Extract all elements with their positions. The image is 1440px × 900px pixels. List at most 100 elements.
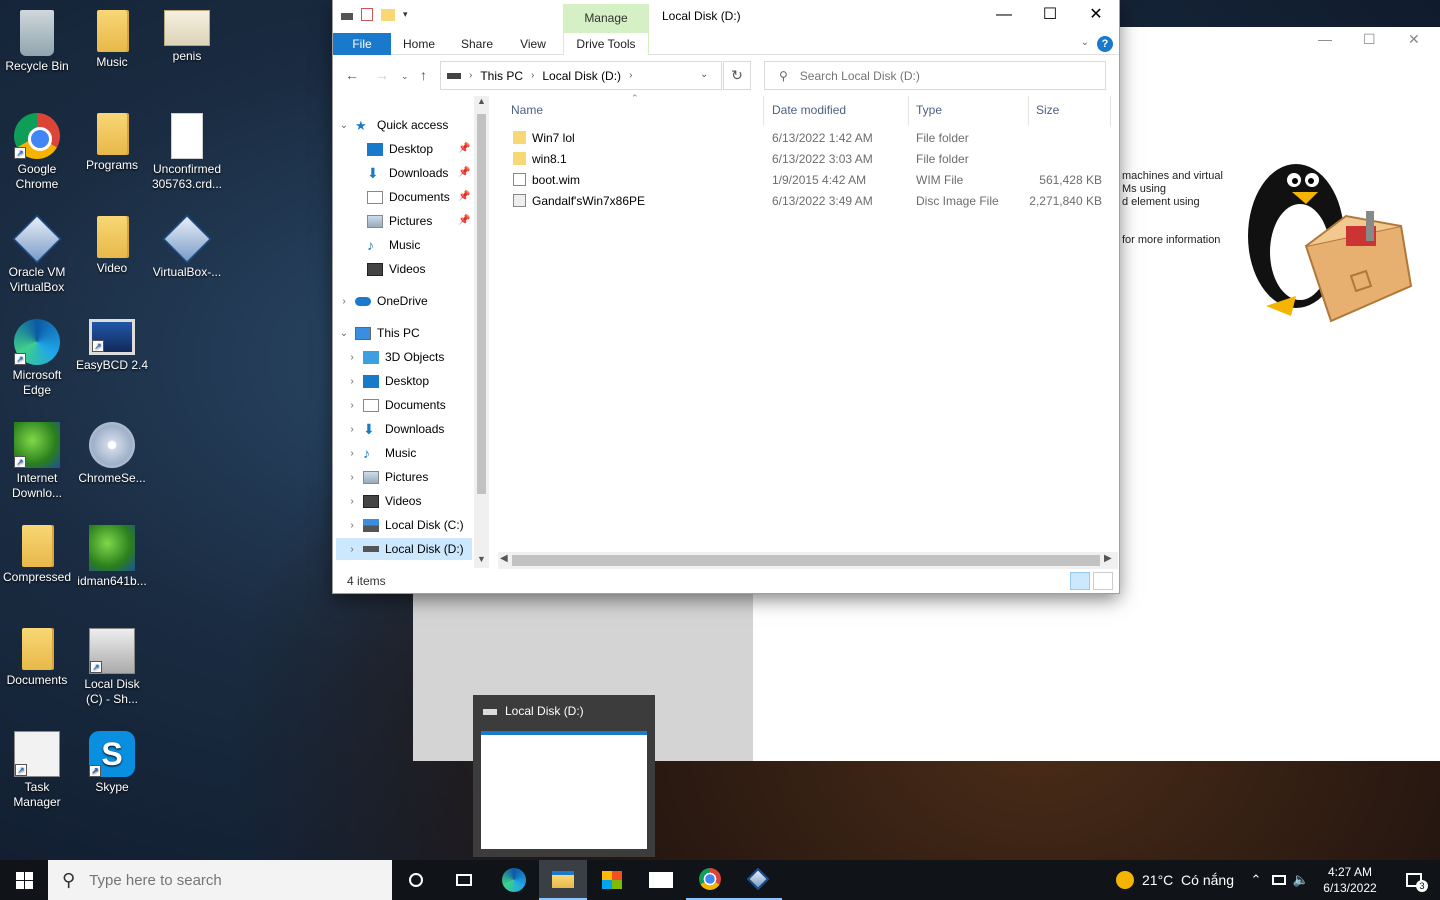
desktop-icon-chromesetup[interactable]: ChromeSe... [75, 416, 149, 486]
desktop-icon-recycle-bin[interactable]: Recycle Bin [0, 4, 74, 74]
nav-onedrive[interactable]: › OneDrive [339, 290, 427, 312]
taskbar-store[interactable] [588, 860, 636, 900]
help-icon[interactable]: ? [1097, 36, 1113, 52]
desktop-icon-compressed[interactable]: Compressed [0, 519, 74, 585]
recent-locations-icon[interactable]: ⌄ [401, 71, 409, 82]
table-row[interactable]: Win7 lol 6/13/2022 1:42 AM File folder [498, 128, 1113, 149]
taskbar-chrome[interactable] [686, 860, 734, 900]
up-arrow-icon[interactable]: ↑ [420, 67, 427, 83]
breadcrumb-this-pc[interactable]: This PC [480, 69, 523, 83]
taskbar-virtualbox[interactable] [734, 860, 782, 900]
chevron-right-icon[interactable]: › [629, 70, 632, 81]
desktop-icon-idman-installer[interactable]: idman641b... [75, 519, 149, 589]
desktop-icon-documents[interactable]: Documents [0, 622, 74, 688]
expand-ribbon-icon[interactable]: ⌄ [1081, 37, 1089, 48]
column-divider[interactable] [908, 96, 909, 126]
nav-pc-local-disk-d[interactable]: › Local Disk (D:) [347, 538, 463, 560]
column-header-size[interactable]: Size [1036, 103, 1059, 117]
breadcrumb-drive[interactable]: Local Disk (D:) [542, 69, 621, 83]
tab-home[interactable]: Home [391, 33, 447, 55]
nav-quick-access[interactable]: ⌄ ★ Quick access [339, 114, 449, 136]
nav-pc-pictures[interactable]: › Pictures [347, 466, 428, 488]
nav-quick-pictures[interactable]: Pictures [367, 210, 432, 232]
minimize-button[interactable]: — [981, 0, 1027, 30]
refresh-button[interactable]: ↻ [723, 61, 751, 90]
desktop-icon-virtualbox-installer[interactable]: VirtualBox-... [150, 210, 224, 280]
column-header-type[interactable]: Type [916, 103, 942, 117]
desktop-icon-easybcd[interactable]: ↗ EasyBCD 2.4 [75, 313, 149, 373]
nav-pc-videos[interactable]: › Videos [347, 490, 421, 512]
pin-icon[interactable]: 📌 [458, 143, 470, 154]
horizontal-scrollbar-thumb[interactable] [512, 555, 1100, 566]
desktop-icon-unconfirmed[interactable]: Unconfirmed 305763.crd... [150, 107, 224, 192]
taskbar-thumbnail-preview[interactable]: Local Disk (D:) [473, 695, 655, 857]
task-view-button[interactable] [440, 860, 488, 900]
weather-widget[interactable]: 21°C Có nắng [1110, 860, 1240, 900]
maximize-icon[interactable]: ☐ [1363, 31, 1376, 48]
nav-scrollbar[interactable]: ▲ ▼ [474, 96, 489, 568]
scroll-left-icon[interactable]: ◀ [500, 553, 508, 564]
maximize-button[interactable]: ☐ [1027, 0, 1073, 30]
taskbar-file-explorer[interactable] [539, 860, 587, 900]
nav-pc-music[interactable]: › ♪ Music [347, 442, 416, 464]
pin-icon[interactable]: 📌 [458, 167, 470, 178]
forward-arrow-icon[interactable]: → [375, 67, 389, 83]
nav-pc-downloads[interactable]: › ⬇ Downloads [347, 418, 444, 440]
desktop-icon-local-disk-c[interactable]: ↗ Local Disk (C) - Sh... [75, 622, 149, 707]
nav-pc-3d-objects[interactable]: › 3D Objects [347, 346, 444, 368]
taskbar-search[interactable]: ⚲ [48, 860, 392, 900]
table-row[interactable]: win8.1 6/13/2022 3:03 AM File folder [498, 149, 1113, 170]
show-hidden-icons-button[interactable]: ⌃ [1246, 860, 1266, 900]
desktop-icon-penis[interactable]: penis [150, 4, 224, 64]
start-button[interactable] [0, 860, 48, 900]
desktop-icon-virtualbox[interactable]: Oracle VM VirtualBox [0, 210, 74, 295]
chevron-right-icon[interactable]: › [347, 544, 357, 555]
chevron-right-icon[interactable]: › [347, 520, 357, 531]
scroll-down-icon[interactable]: ▼ [477, 554, 486, 564]
action-center-button[interactable]: 3 [1394, 860, 1434, 900]
chevron-right-icon[interactable]: › [339, 296, 349, 307]
desktop-icon-idm[interactable]: ↗ Internet Downlo... [0, 416, 74, 501]
search-box[interactable]: ⚲ [764, 61, 1106, 90]
taskbar-search-input[interactable] [89, 871, 370, 889]
nav-quick-desktop[interactable]: Desktop [367, 138, 433, 160]
taskbar-edge[interactable] [490, 860, 538, 900]
volume-button[interactable]: 🔈 [1290, 860, 1312, 900]
new-folder-icon[interactable] [381, 8, 395, 21]
desktop-icon-programs[interactable]: Programs [75, 107, 149, 173]
nav-pc-documents[interactable]: › Documents [347, 394, 445, 416]
cortana-button[interactable] [392, 860, 440, 900]
details-view-icon[interactable] [1070, 572, 1090, 590]
desktop-icon-edge[interactable]: ↗ Microsoft Edge [0, 313, 74, 398]
nav-quick-music[interactable]: ♪ Music [367, 234, 420, 256]
horizontal-scrollbar[interactable]: ◀ ▶ [498, 552, 1118, 569]
nav-pc-desktop[interactable]: › Desktop [347, 370, 429, 392]
desktop-icon-chrome[interactable]: ↗ Google Chrome [0, 107, 74, 192]
chevron-right-icon[interactable]: › [347, 400, 357, 411]
nav-quick-downloads[interactable]: ⬇ Downloads [367, 162, 448, 184]
close-icon[interactable]: ✕ [1408, 31, 1420, 48]
customize-toolbar-icon[interactable]: ▾ [403, 9, 408, 20]
column-divider[interactable] [1110, 96, 1111, 126]
chevron-right-icon[interactable]: › [347, 472, 357, 483]
minimize-icon[interactable]: — [1318, 31, 1332, 47]
chevron-right-icon[interactable]: › [347, 376, 357, 387]
pin-icon[interactable]: 📌 [458, 191, 470, 202]
network-button[interactable] [1268, 860, 1290, 900]
chevron-right-icon[interactable]: › [531, 70, 534, 81]
nav-scrollbar-thumb[interactable] [477, 114, 486, 494]
tab-view[interactable]: View [505, 33, 561, 55]
table-row[interactable]: Gandalf'sWin7x86PE 6/13/2022 3:49 AM Dis… [498, 191, 1113, 212]
scroll-right-icon[interactable]: ▶ [1104, 553, 1112, 564]
title-bar[interactable]: ▾ Manage Local Disk (D:) — ☐ ✕ [333, 0, 1119, 33]
back-arrow-icon[interactable]: ← [345, 67, 359, 83]
tab-share[interactable]: Share [449, 33, 505, 55]
address-bar[interactable]: › This PC › Local Disk (D:) › [440, 61, 722, 90]
column-header-name[interactable]: Name [511, 103, 543, 117]
nav-pc-local-disk-c[interactable]: › Local Disk (C:) [347, 514, 463, 536]
taskbar-mail[interactable] [637, 860, 685, 900]
chevron-down-icon[interactable]: ⌄ [339, 328, 349, 339]
desktop-icon-video[interactable]: Video [75, 210, 149, 276]
column-divider[interactable] [763, 96, 764, 126]
chevron-right-icon[interactable]: › [469, 70, 472, 81]
